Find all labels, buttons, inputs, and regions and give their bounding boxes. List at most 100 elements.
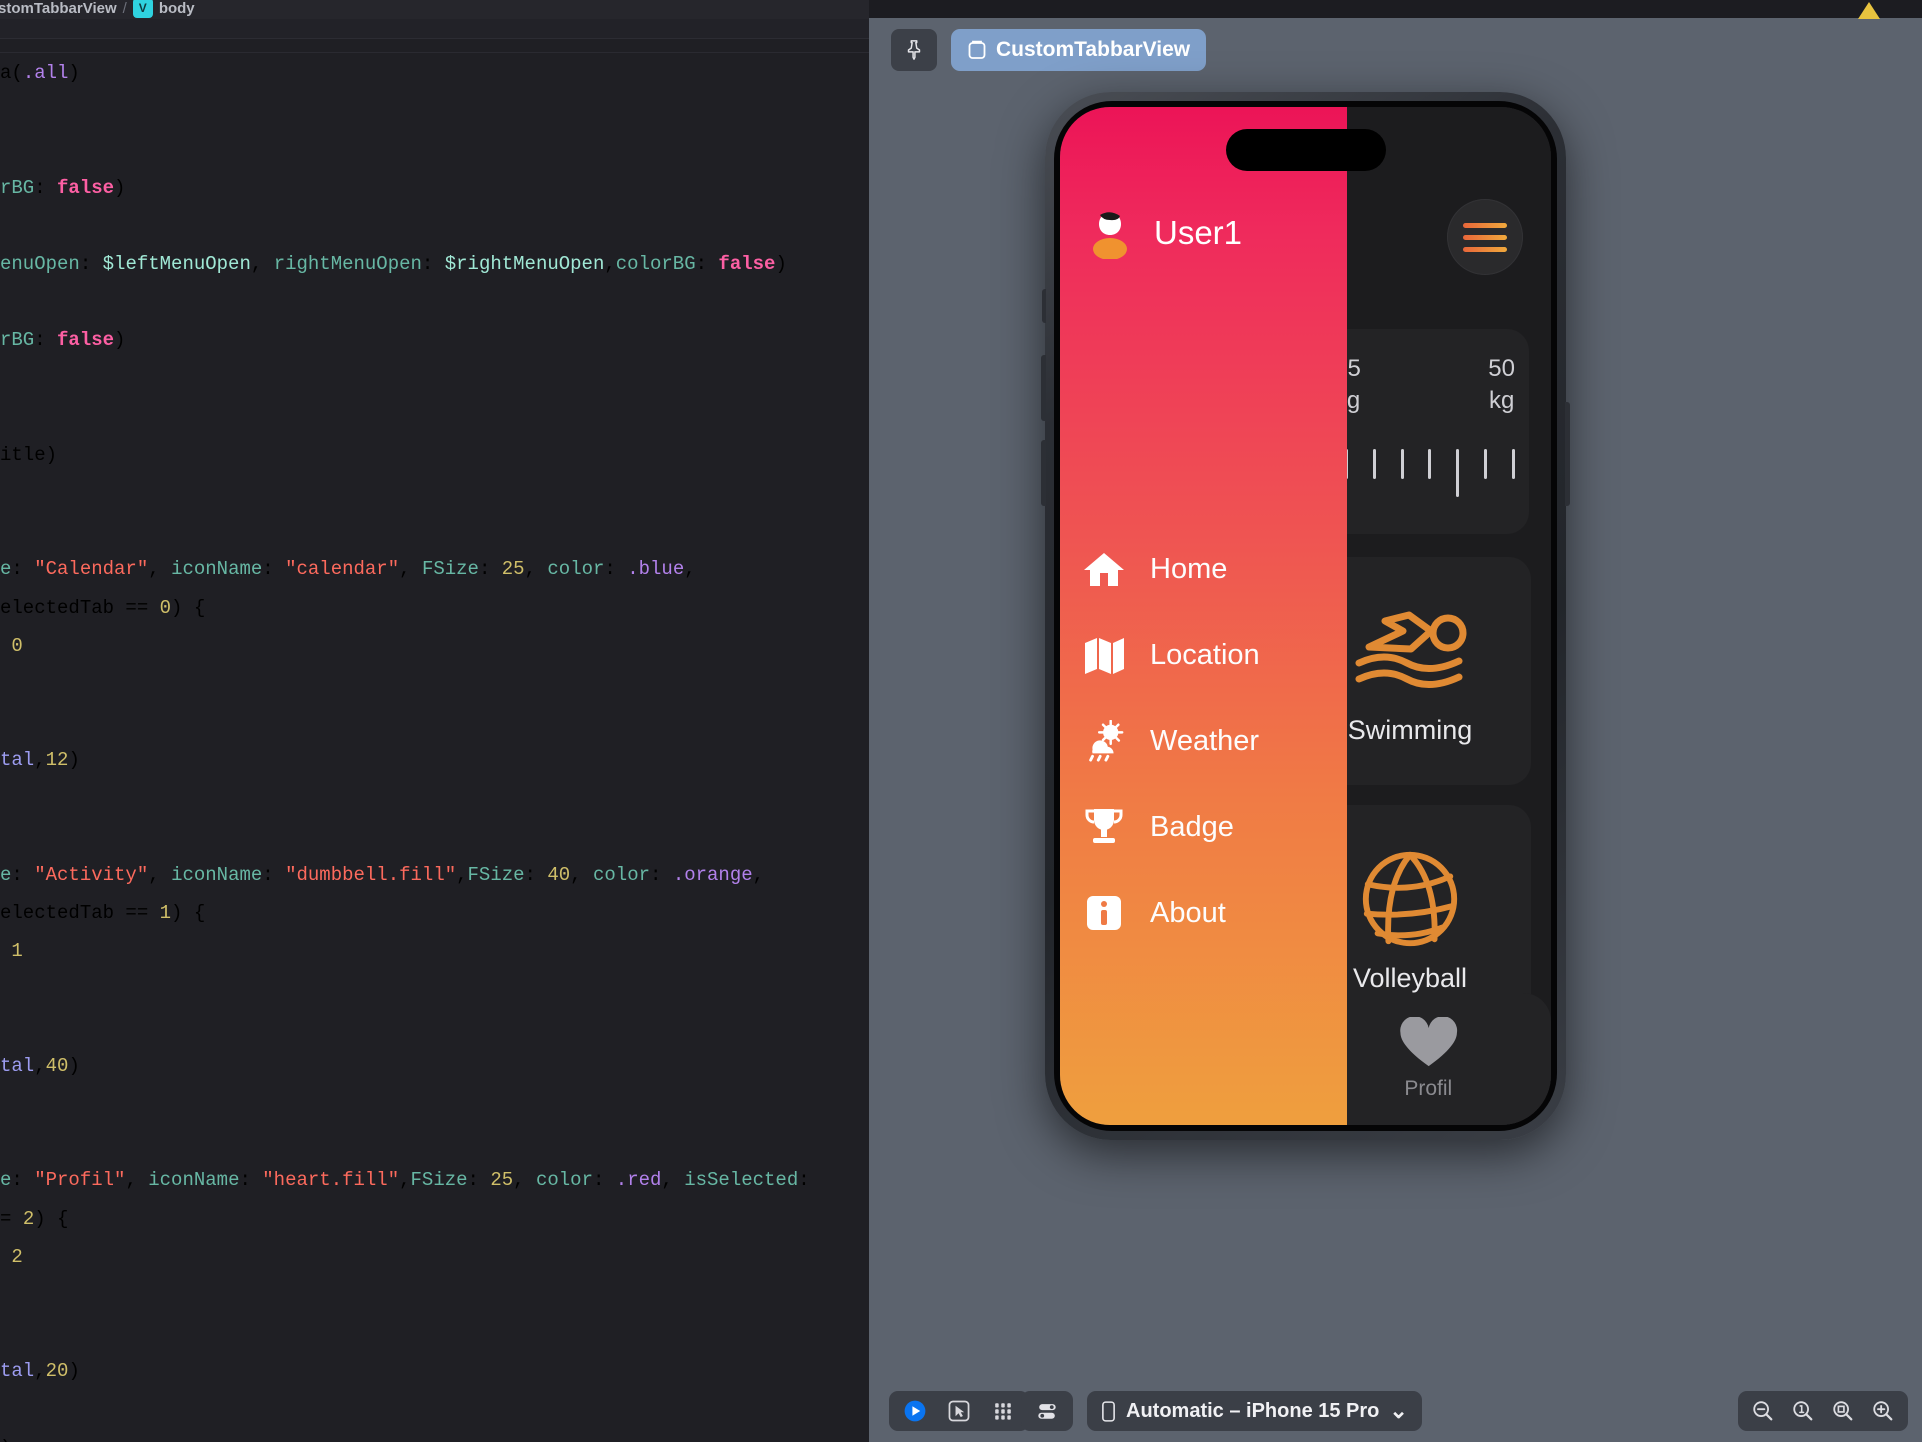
code-line[interactable]: rBG: false): [0, 321, 869, 359]
code-line[interactable]: [0, 1391, 869, 1429]
drawer-user-name: User1: [1154, 214, 1243, 251]
device-preview[interactable]: 5 m 5 g 40 kg: [1041, 92, 1570, 1140]
side-drawer[interactable]: User1 Home Location Weather Badge About: [1060, 107, 1347, 1125]
play-circle-icon: [904, 1400, 926, 1422]
device-screen[interactable]: 5 m 5 g 40 kg: [1060, 107, 1551, 1125]
info-icon: [1082, 891, 1126, 935]
chevron-down-icon: ⌄: [1389, 1398, 1408, 1423]
zoom-actual-size-icon: [1793, 1401, 1813, 1421]
code-line[interactable]: tal,12): [0, 741, 869, 779]
code-line[interactable]: [0, 780, 869, 818]
preview-bottom-bar: Automatic – iPhone 15 Pro ⌄: [869, 1380, 1922, 1442]
house-icon: [1082, 547, 1126, 591]
pin-button[interactable]: [891, 29, 937, 71]
code-line[interactable]: = 2) {: [0, 1200, 869, 1238]
scale-tick: 50 kg: [1488, 351, 1515, 417]
code-line[interactable]: enuOpen: $leftMenuOpen, rightMenuOpen: $…: [0, 245, 869, 283]
code-line[interactable]: tal,20): [0, 1352, 869, 1390]
ruler-tick: [1456, 449, 1460, 497]
volleyball-icon: [1362, 851, 1458, 946]
preview-pane: CustomTabbarView 5 m: [869, 0, 1922, 1442]
scale-tick-value: 50: [1488, 355, 1515, 382]
code-line[interactable]: [0, 1276, 869, 1314]
code-line[interactable]: [0, 703, 869, 741]
breadcrumb-file[interactable]: CustomTabbarView: [0, 0, 117, 17]
code-line[interactable]: [0, 1085, 869, 1123]
zoom-fit-button[interactable]: [1824, 1394, 1862, 1428]
preview-chip-label: CustomTabbarView: [996, 38, 1191, 61]
code-line[interactable]: [0, 92, 869, 130]
code-line[interactable]: [0, 283, 869, 321]
code-line[interactable]: rBG: false): [0, 169, 869, 207]
breadcrumb-symbol[interactable]: body: [159, 0, 195, 17]
drawer-user-row[interactable]: User1: [1084, 207, 1243, 260]
ruler-tick: [1484, 449, 1488, 479]
code-line[interactable]: [0, 130, 869, 168]
code-line[interactable]: [0, 360, 869, 398]
zoom-controls: [1738, 1391, 1908, 1431]
grid-dots-icon: [995, 1403, 1011, 1420]
drawer-item-label: Home: [1150, 552, 1228, 585]
preview-target-chip[interactable]: CustomTabbarView: [951, 29, 1207, 71]
map-icon: [1082, 633, 1126, 677]
app-root: CustomTabbarView / V body a(.all) rBG: f…: [0, 0, 1922, 1442]
code-line[interactable]: 1: [0, 932, 869, 970]
weather-icon: [1082, 719, 1126, 763]
code-line[interactable]: tal,40): [0, 1047, 869, 1085]
code-line[interactable]: 2: [0, 1238, 869, 1276]
hamburger-icon-bar: [1463, 222, 1507, 228]
hamburger-icon-bar: [1463, 234, 1507, 240]
zoom-100-button[interactable]: [1784, 1394, 1822, 1428]
code-line[interactable]: [0, 398, 869, 436]
zoom-out-button[interactable]: [1744, 1394, 1782, 1428]
code-line[interactable]: a(.all): [0, 54, 869, 92]
device-settings-group: [1021, 1391, 1073, 1431]
drawer-item-label: Location: [1150, 638, 1260, 671]
code-line[interactable]: ): [0, 1429, 869, 1442]
code-line[interactable]: [0, 207, 869, 245]
ruler-tick: [1428, 449, 1432, 479]
code-line[interactable]: e: "Calendar", iconName: "calendar", FSi…: [0, 550, 869, 588]
drawer-item-weather[interactable]: Weather: [1082, 719, 1347, 763]
code-line[interactable]: [0, 665, 869, 703]
trophy-icon: [1082, 805, 1126, 849]
code-line[interactable]: [0, 1123, 869, 1161]
breadcrumb[interactable]: CustomTabbarView / V body: [0, 0, 869, 19]
tab-label: Profil: [1404, 1077, 1453, 1100]
live-preview-button[interactable]: [895, 1394, 935, 1428]
code-line[interactable]: electedTab == 1) {: [0, 894, 869, 932]
code-editor-pane[interactable]: CustomTabbarView / V body a(.all) rBG: f…: [0, 0, 869, 1442]
code-line[interactable]: e: "Activity", iconName: "dumbbell.fill"…: [0, 856, 869, 894]
device-settings-button[interactable]: [1027, 1394, 1067, 1428]
code-line[interactable]: [0, 818, 869, 856]
zoom-fit-icon: [1833, 1401, 1853, 1421]
drawer-item-about[interactable]: About: [1082, 891, 1347, 935]
zoom-in-icon: [1873, 1401, 1893, 1421]
zoom-in-button[interactable]: [1864, 1394, 1902, 1428]
device-selector[interactable]: Automatic – iPhone 15 Pro ⌄: [1087, 1391, 1422, 1431]
code-line[interactable]: itle): [0, 436, 869, 474]
code-line[interactable]: [0, 1009, 869, 1047]
ruler-tick: [1372, 449, 1376, 479]
selection-mode-button[interactable]: [939, 1394, 979, 1428]
phone-icon: [1102, 1400, 1115, 1422]
code-text[interactable]: a(.all) rBG: false) enuOpen: $leftMenuOp…: [0, 54, 869, 1442]
variants-button[interactable]: [983, 1394, 1023, 1428]
code-line[interactable]: e: "Profil", iconName: "heart.fill",FSiz…: [0, 1161, 869, 1199]
code-line[interactable]: [0, 474, 869, 512]
code-line[interactable]: [0, 512, 869, 550]
drawer-item-home[interactable]: Home: [1082, 547, 1347, 591]
code-line[interactable]: electedTab == 0) {: [0, 589, 869, 627]
code-line[interactable]: [0, 971, 869, 1009]
code-line[interactable]: [0, 1314, 869, 1352]
code-line[interactable]: 0: [0, 627, 869, 665]
drawer-item-location[interactable]: Location: [1082, 633, 1347, 677]
preview-top-strip: [869, 0, 1922, 18]
hamburger-menu-button[interactable]: [1447, 199, 1523, 275]
drawer-menu: Home Location Weather Badge About: [1082, 547, 1347, 935]
drawer-item-badge[interactable]: Badge: [1082, 805, 1347, 849]
editor-subbar-secondary: [0, 39, 869, 53]
sport-card-label: Volleyball: [1352, 962, 1468, 993]
volume-up-button: [1041, 355, 1046, 421]
hamburger-icon-bar: [1463, 246, 1507, 252]
